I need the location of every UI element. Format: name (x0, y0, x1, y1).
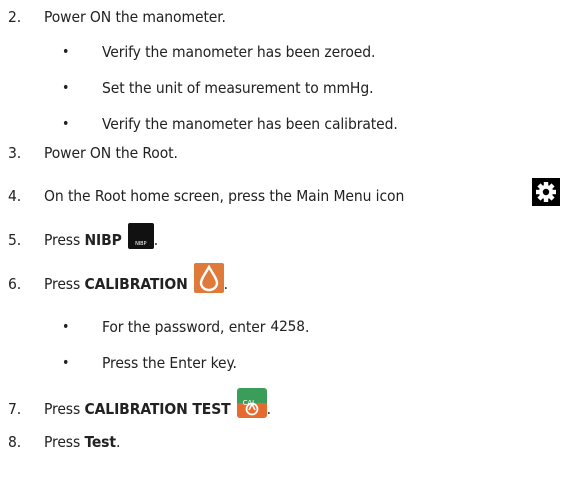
step-number: 2. (8, 8, 22, 26)
step-text: On the Root home screen, press the Main … (44, 187, 405, 205)
calibration-drop-icon (193, 263, 224, 293)
step-keyword: CALIBRATION TEST (84, 400, 231, 418)
nibp-icon-label: NIBP (135, 241, 147, 247)
bullet: • (62, 319, 70, 335)
step-keyword: Test (84, 433, 116, 451)
step-text: Press NIBP NIBP . (44, 223, 159, 252)
calibration-test-icon: CAL (236, 388, 267, 418)
step-text: Press CALIBRATION TEST CAL . (44, 388, 271, 421)
bullet-text: For the password, enter 4258. (102, 315, 309, 339)
step-text: Press Test. (44, 430, 120, 454)
step-suffix: . (115, 433, 121, 451)
step-prefix: Press (44, 400, 81, 418)
bullet: • (62, 355, 70, 371)
step-number: 3. (8, 144, 22, 162)
bullet-text-main: For the password, enter (102, 318, 266, 336)
gear-icon (532, 178, 560, 206)
step-text: Press CALIBRATION . (44, 263, 228, 296)
step-keyword: CALIBRATION (84, 275, 188, 293)
bullet: • (62, 80, 70, 96)
password-code: 4258 (270, 319, 305, 335)
step-prefix: Press (44, 275, 81, 293)
step-text: Power ON the Root. (44, 144, 178, 162)
step-number: 5. (8, 231, 22, 249)
step-keyword: NIBP (84, 231, 122, 249)
step-suffix: . (223, 275, 228, 293)
bullet: • (62, 116, 70, 132)
bullet: • (62, 44, 70, 60)
nibp-button-icon: NIBP (127, 223, 154, 249)
step-suffix: . (266, 400, 271, 418)
step-number: 4. (8, 187, 22, 205)
step-prefix: Press (44, 433, 81, 451)
step-prefix: Press (44, 231, 81, 249)
step-number: 7. (8, 400, 22, 418)
step-suffix: . (153, 231, 159, 249)
step-number: 8. (8, 433, 22, 451)
bullet-text: Press the Enter key. (102, 354, 237, 372)
bullet-text: Set the unit of measurement to mmHg. (102, 79, 374, 97)
bullet-text: Verify the manometer has been zeroed. (102, 43, 376, 61)
instruction-page: 2. Power ON the manometer. • Verify the … (0, 0, 562, 493)
bullet-text: Verify the manometer has been calibrated… (102, 115, 398, 133)
bullet-suffix: . (304, 318, 310, 336)
step-number: 6. (8, 275, 22, 293)
step-text: Power ON the manometer. (44, 8, 226, 26)
